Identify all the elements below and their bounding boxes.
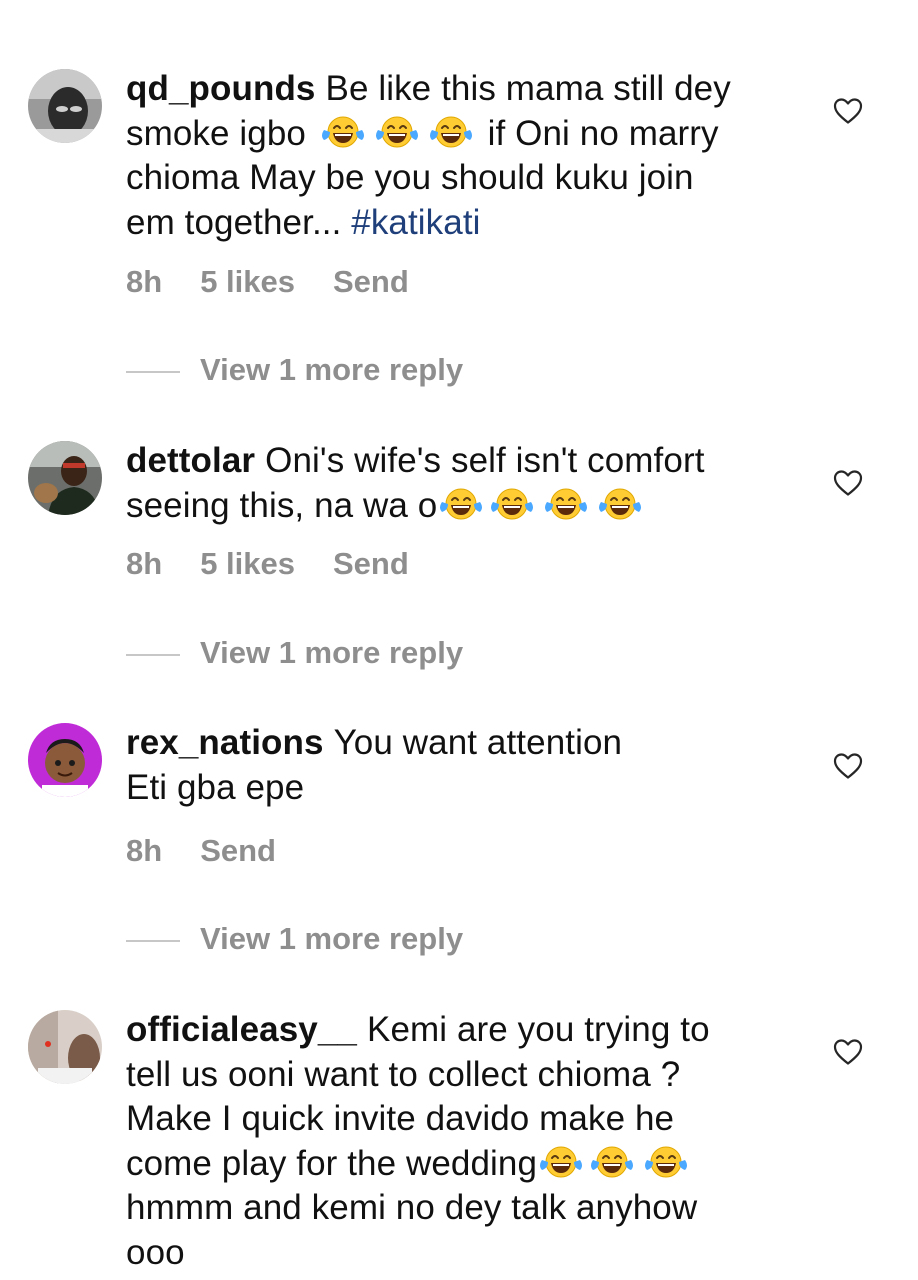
view-more-label: View 1 more reply: [200, 635, 464, 670]
view-more-replies[interactable]: View 1 more reply: [126, 635, 463, 671]
comment-line: chioma May be you should kuku join: [126, 158, 694, 197]
send-button[interactable]: Send: [333, 546, 409, 581]
face-with-tears-of-joy-icon: [543, 486, 589, 522]
comment-line: seeing this, na wa o: [126, 485, 438, 525]
comment-text: dettolar Oni's wife's self isn't comfort …: [126, 439, 806, 528]
heart-outline-icon[interactable]: [833, 97, 863, 125]
view-more-label: View 1 more reply: [200, 352, 464, 387]
face-with-tears-of-joy-icon: [589, 1144, 635, 1180]
send-button[interactable]: Send: [333, 264, 409, 299]
heart-outline-icon[interactable]: [833, 752, 863, 780]
comment-line: em together...: [126, 202, 342, 242]
avatar[interactable]: [28, 69, 102, 143]
face-with-tears-of-joy-icon: [538, 1144, 584, 1180]
face-with-tears-of-joy-icon: [643, 1144, 689, 1180]
comment-time: 8h: [126, 264, 163, 299]
comment-line: You want attention: [333, 723, 623, 762]
username[interactable]: dettolar: [126, 441, 255, 480]
comment-line: Oni's wife's self isn't comfort: [265, 441, 705, 480]
comment-meta: 8h Send: [126, 833, 314, 869]
comment-time: 8h: [126, 546, 163, 581]
comment-line: come play for the wedding: [126, 1143, 538, 1183]
comment-line: if Oni no marry: [487, 113, 719, 153]
comment-line: ooo: [126, 1232, 185, 1272]
face-with-tears-of-joy-icon: [428, 114, 474, 150]
comment-text: qd_pounds Be like this mama still dey smo…: [126, 67, 806, 245]
likes-count[interactable]: 5 likes: [200, 264, 295, 299]
divider-line: [126, 370, 180, 373]
face-with-tears-of-joy-icon: [597, 486, 643, 522]
username[interactable]: officialeasy__: [126, 1010, 357, 1049]
face-with-tears-of-joy-icon: [374, 114, 420, 150]
view-more-label: View 1 more reply: [200, 921, 464, 956]
divider-line: [126, 939, 180, 942]
comment-line: smoke igbo: [126, 113, 306, 153]
likes-count[interactable]: 5 likes: [200, 546, 295, 581]
avatar[interactable]: [28, 1010, 102, 1084]
face-with-tears-of-joy-icon: [489, 486, 535, 522]
view-more-replies[interactable]: View 1 more reply: [126, 352, 463, 388]
send-button[interactable]: Send: [200, 833, 276, 868]
comment-line: Kemi are you trying to: [367, 1010, 710, 1049]
avatar[interactable]: [28, 441, 102, 515]
divider-line: [126, 653, 180, 656]
comment-line: Be like this mama still dey: [325, 69, 731, 108]
view-more-replies[interactable]: View 1 more reply: [126, 921, 463, 957]
avatar[interactable]: [28, 723, 102, 797]
username[interactable]: qd_pounds: [126, 69, 316, 108]
comment-line: Eti gba epe: [126, 767, 305, 807]
comment-time: 8h: [126, 833, 163, 868]
comment-line: Make I quick invite davido make he: [126, 1099, 675, 1138]
comment-text: rex_nations You want attention Eti gba ep…: [126, 721, 806, 810]
face-with-tears-of-joy-icon: [320, 114, 366, 150]
heart-outline-icon[interactable]: [833, 469, 863, 497]
comment-line: tell us ooni want to collect chioma ?: [126, 1054, 681, 1094]
face-with-tears-of-joy-icon: [438, 486, 484, 522]
hashtag-link[interactable]: #katikati: [351, 203, 480, 242]
comment-text: officialeasy__ Kemi are you trying to tel…: [126, 1008, 806, 1275]
comment-line: hmmm and kemi no dey talk anyhow: [126, 1188, 698, 1227]
username[interactable]: rex_nations: [126, 723, 324, 762]
heart-outline-icon[interactable]: [833, 1038, 863, 1066]
comment-meta: 8h 5 likes Send: [126, 546, 447, 582]
comment-meta: 8h 5 likes Send: [126, 264, 447, 300]
